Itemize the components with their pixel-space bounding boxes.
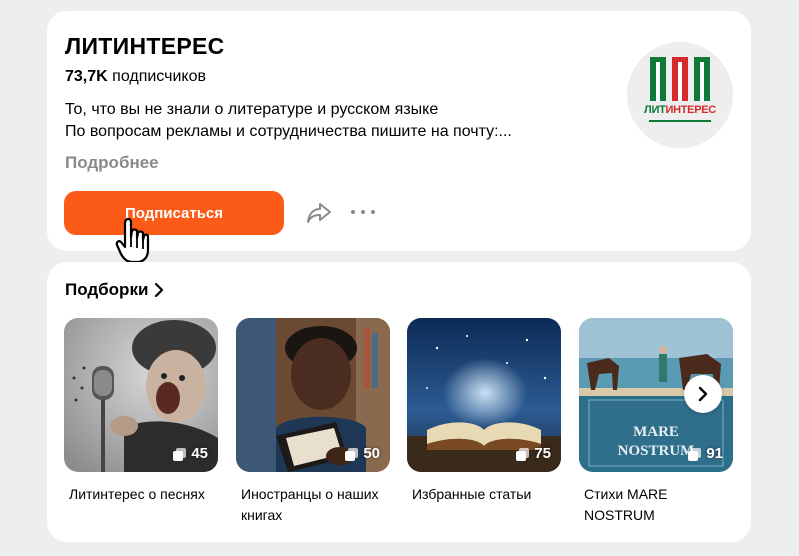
collection-tile[interactable]: MARE NOSTRUM 91 Стихи MARE NOSTRUM (579, 318, 733, 526)
svg-text:MARE: MARE (633, 424, 679, 440)
collection-thumbnail: 45 (64, 318, 218, 472)
description-line-1: То, что вы не знали о литературе и русск… (65, 101, 439, 118)
subscriber-label: подписчиков (112, 68, 206, 85)
collection-title: Избранные статьи (412, 486, 532, 502)
hand-cursor-icon (115, 217, 151, 267)
collection-tile[interactable]: 50 Иностранцы о наших книгах (236, 318, 390, 526)
more-link[interactable]: Подробнее (65, 153, 159, 173)
share-icon[interactable] (306, 201, 332, 225)
article-count-badge: 75 (516, 445, 551, 462)
collection-tile[interactable]: 75 Избранные статьи (407, 318, 561, 505)
article-count-badge: 50 (345, 445, 380, 462)
stack-icon (173, 447, 187, 461)
collection-title: Литинтерес о песнях (69, 486, 205, 502)
stack-icon (516, 447, 530, 461)
stack-icon (688, 447, 702, 461)
channel-logo: ЛИТИНТЕРЕС (627, 42, 733, 148)
collections-heading-link[interactable]: Подборки (65, 280, 164, 300)
article-count-badge: 91 (688, 445, 723, 462)
channel-title: ЛИТИНТЕРЕС (65, 33, 225, 59)
collections-heading: Подборки (65, 280, 149, 299)
chevron-right-icon (155, 283, 164, 297)
stack-icon (345, 447, 359, 461)
collection-thumbnail: 50 (236, 318, 390, 472)
logo-text: ЛИТИНТЕРЕС (644, 104, 716, 116)
chevron-right-icon (698, 386, 708, 402)
collection-thumbnail: 75 (407, 318, 561, 472)
article-count-badge: 45 (173, 445, 208, 462)
collection-title: Иностранцы о наших книгах (241, 486, 379, 523)
channel-description: То, что вы не знали о литературе и русск… (65, 99, 585, 143)
description-line-2: По вопросам рекламы и сотрудничества пиш… (65, 123, 512, 140)
more-options-icon[interactable] (351, 202, 375, 222)
subscribe-button[interactable]: Подписаться (64, 191, 284, 235)
channel-card: ЛИТИНТЕРЕС 73,7K подписчиков То, что вы … (47, 11, 751, 264)
carousel-next-button[interactable] (684, 375, 722, 413)
subscriber-number: 73,7K (65, 68, 108, 85)
collection-tile[interactable]: 45 Литинтерес о песнях (64, 318, 218, 505)
collections-card: Подборки 45 Литинтерес о песнях 50 Иност… (47, 262, 751, 542)
svg-text:NOSTRUM: NOSTRUM (618, 443, 695, 459)
subscriber-count: 73,7K подписчиков (65, 68, 206, 86)
collection-title: Стихи MARE NOSTRUM (584, 486, 668, 523)
